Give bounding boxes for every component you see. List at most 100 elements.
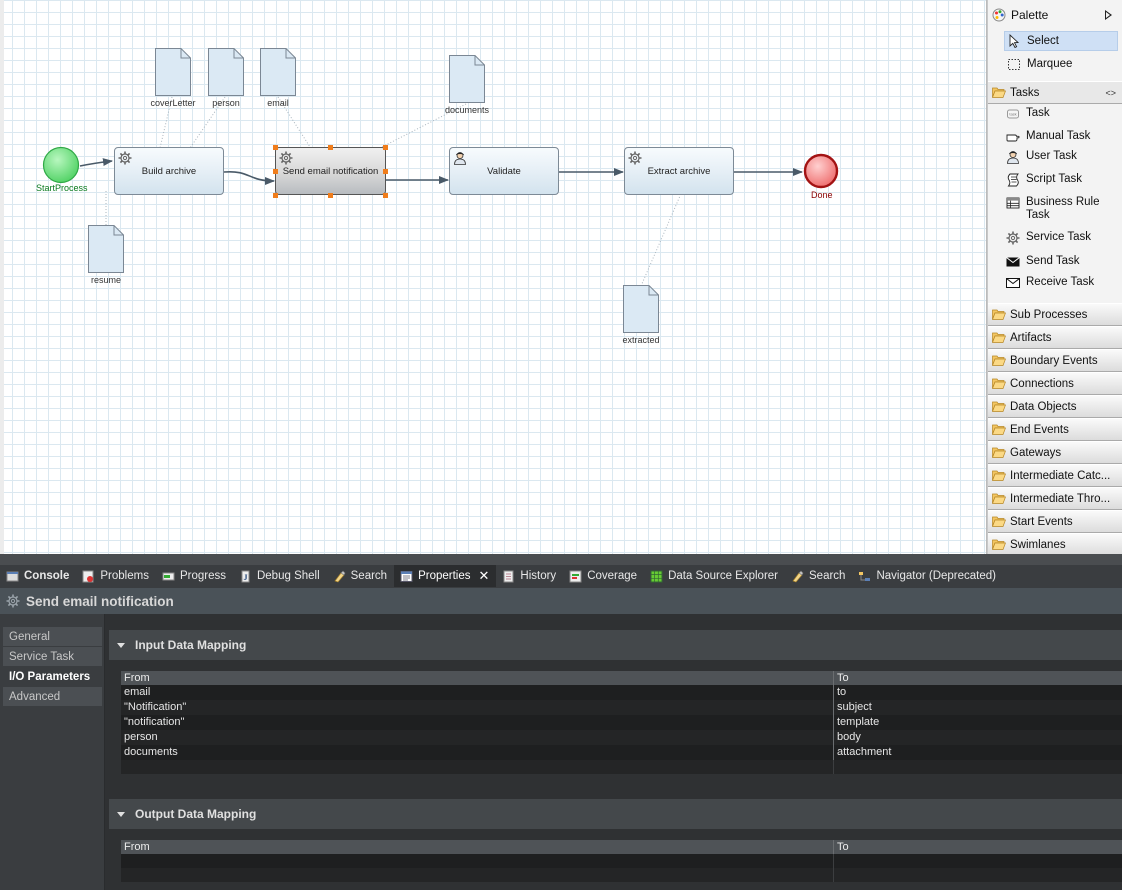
- tab-search[interactable]: Search: [327, 565, 394, 587]
- data-object-coverletter[interactable]: coverLetter: [150, 48, 196, 108]
- palette-item-manual-task[interactable]: Manual Task: [988, 127, 1122, 147]
- palette-item-task[interactable]: task Task: [988, 104, 1122, 124]
- tab-label: History: [520, 570, 557, 582]
- properties-tab-io-parameters[interactable]: I/O Parameters: [3, 667, 102, 686]
- sequence-flow-start-build[interactable]: [79, 158, 113, 167]
- palette-item-send-task[interactable]: Send Task: [988, 252, 1122, 272]
- cell-to[interactable]: body: [834, 730, 1122, 745]
- cell-from[interactable]: "Notification": [121, 700, 834, 715]
- tab-data-source-explorer[interactable]: Data Source Explorer: [644, 565, 785, 587]
- coverage-icon: [569, 570, 582, 582]
- palette-drawer-boundary-events[interactable]: Boundary Events: [988, 349, 1122, 372]
- tab-debug-shell[interactable]: J Debug Shell: [233, 565, 327, 587]
- palette-drawer-start-events[interactable]: Start Events: [988, 510, 1122, 533]
- data-object-extracted[interactable]: extracted: [622, 285, 660, 345]
- data-object-person[interactable]: person: [208, 48, 244, 108]
- palette-drawer-artifacts[interactable]: Artifacts: [988, 326, 1122, 349]
- tab-console[interactable]: Console: [0, 565, 76, 587]
- cell-to[interactable]: to: [834, 685, 1122, 700]
- association-extracted[interactable]: [640, 195, 681, 287]
- tab-problems[interactable]: Problems: [76, 565, 156, 587]
- table-row[interactable]: "notification" template: [121, 715, 1122, 730]
- selection-handle-ne[interactable]: [383, 145, 388, 150]
- palette-header[interactable]: Palette: [988, 0, 1122, 30]
- palette-item-script-task[interactable]: Script Task: [988, 170, 1122, 190]
- properties-tab-general[interactable]: General: [3, 627, 102, 646]
- palette-drawer-data-objects[interactable]: Data Objects: [988, 395, 1122, 418]
- task-extract-archive[interactable]: Extract archive: [624, 147, 734, 195]
- output-mapping-section-header[interactable]: Output Data Mapping: [109, 799, 1122, 829]
- palette-drawer-intermediate-thro[interactable]: Intermediate Thro...: [988, 487, 1122, 510]
- tab-history[interactable]: History: [496, 565, 563, 587]
- cell-from[interactable]: [121, 868, 834, 882]
- task-send-email-notification[interactable]: Send email notification: [275, 147, 386, 195]
- table-row-empty[interactable]: [121, 868, 1122, 882]
- data-object-resume[interactable]: resume: [88, 225, 124, 285]
- cell-from[interactable]: [121, 854, 834, 868]
- selection-handle-e[interactable]: [383, 169, 388, 174]
- palette-item-receive-task[interactable]: Receive Task: [988, 273, 1122, 293]
- tab-coverage[interactable]: Coverage: [563, 565, 644, 587]
- start-event[interactable]: [42, 146, 82, 186]
- cell-from[interactable]: person: [121, 730, 834, 745]
- selection-handle-w[interactable]: [273, 169, 278, 174]
- cell-to[interactable]: template: [834, 715, 1122, 730]
- palette-drawer-end-events[interactable]: End Events: [988, 418, 1122, 441]
- table-row-empty[interactable]: [121, 760, 1122, 774]
- properties-tab-advanced[interactable]: Advanced: [3, 687, 102, 706]
- palette-tool-select[interactable]: Select: [988, 30, 1122, 52]
- diagram-canvas[interactable]: coverLetter person email documents resum…: [0, 0, 987, 554]
- end-event[interactable]: [803, 153, 841, 191]
- palette-drawer-connections[interactable]: Connections: [988, 372, 1122, 395]
- selection-handle-nw[interactable]: [273, 145, 278, 150]
- cell-from[interactable]: [121, 760, 834, 774]
- column-header-to[interactable]: To: [834, 671, 1122, 685]
- table-row-empty[interactable]: [121, 854, 1122, 868]
- data-object-email[interactable]: email: [260, 48, 296, 108]
- cell-to[interactable]: [834, 868, 1122, 882]
- palette-drawer-intermediate-catc[interactable]: Intermediate Catc...: [988, 464, 1122, 487]
- palette-drawer-gateways[interactable]: Gateways: [988, 441, 1122, 464]
- properties-tab-service-task[interactable]: Service Task: [3, 647, 102, 666]
- cell-from[interactable]: "notification": [121, 715, 834, 730]
- tab-search[interactable]: Search: [785, 565, 852, 587]
- cell-to[interactable]: attachment: [834, 745, 1122, 760]
- cell-to[interactable]: subject: [834, 700, 1122, 715]
- input-mapping-section-header[interactable]: Input Data Mapping: [109, 630, 1122, 660]
- selection-handle-n[interactable]: [328, 145, 333, 150]
- tab-progress[interactable]: Progress: [156, 565, 233, 587]
- palette-tool-marquee[interactable]: Marquee: [988, 53, 1122, 75]
- table-row[interactable]: "Notification" subject: [121, 700, 1122, 715]
- tab-navigator-deprecated[interactable]: Navigator (Deprecated): [852, 565, 1003, 587]
- input-mapping-table[interactable]: From To email to "Notification" subject "not…: [121, 671, 1122, 774]
- palette-drawer-sub-processes[interactable]: Sub Processes: [988, 303, 1122, 326]
- selection-handle-s[interactable]: [328, 193, 333, 198]
- table-row[interactable]: documents attachment: [121, 745, 1122, 760]
- palette-item-user-task[interactable]: User Task: [988, 147, 1122, 167]
- palette[interactable]: Palette Select Marquee Tasks <> task Tas…: [987, 0, 1122, 554]
- palette-drawer-tasks[interactable]: Tasks <>: [988, 81, 1122, 104]
- table-row[interactable]: email to: [121, 685, 1122, 700]
- data-object-documents[interactable]: documents: [445, 55, 489, 115]
- task-validate[interactable]: Validate: [449, 147, 559, 195]
- cell-from[interactable]: email: [121, 685, 834, 700]
- table-row[interactable]: person body: [121, 730, 1122, 745]
- palette-item-service-task[interactable]: Service Task: [988, 228, 1122, 248]
- palette-drawer-swimlanes[interactable]: Swimlanes: [988, 533, 1122, 554]
- column-header-from[interactable]: From: [121, 840, 834, 854]
- column-header-to[interactable]: To: [834, 840, 1122, 854]
- palette-item-business-rule-task[interactable]: Business Rule Task: [988, 193, 1122, 225]
- palette-collapse-icon[interactable]: [1105, 10, 1112, 20]
- selection-handle-se[interactable]: [383, 193, 388, 198]
- pin-icon[interactable]: <>: [1105, 88, 1116, 98]
- cell-to[interactable]: [834, 760, 1122, 774]
- output-mapping-table[interactable]: From To: [121, 840, 1122, 882]
- tab-properties[interactable]: Properties ✕: [394, 565, 497, 587]
- column-header-from[interactable]: From: [121, 671, 834, 685]
- cell-to[interactable]: [834, 854, 1122, 868]
- cell-from[interactable]: documents: [121, 745, 834, 760]
- selection-handle-sw[interactable]: [273, 193, 278, 198]
- task-build-archive[interactable]: Build archive: [114, 147, 224, 195]
- close-icon[interactable]: ✕: [479, 568, 490, 584]
- sequence-flow-build-send[interactable]: [223, 171, 275, 185]
